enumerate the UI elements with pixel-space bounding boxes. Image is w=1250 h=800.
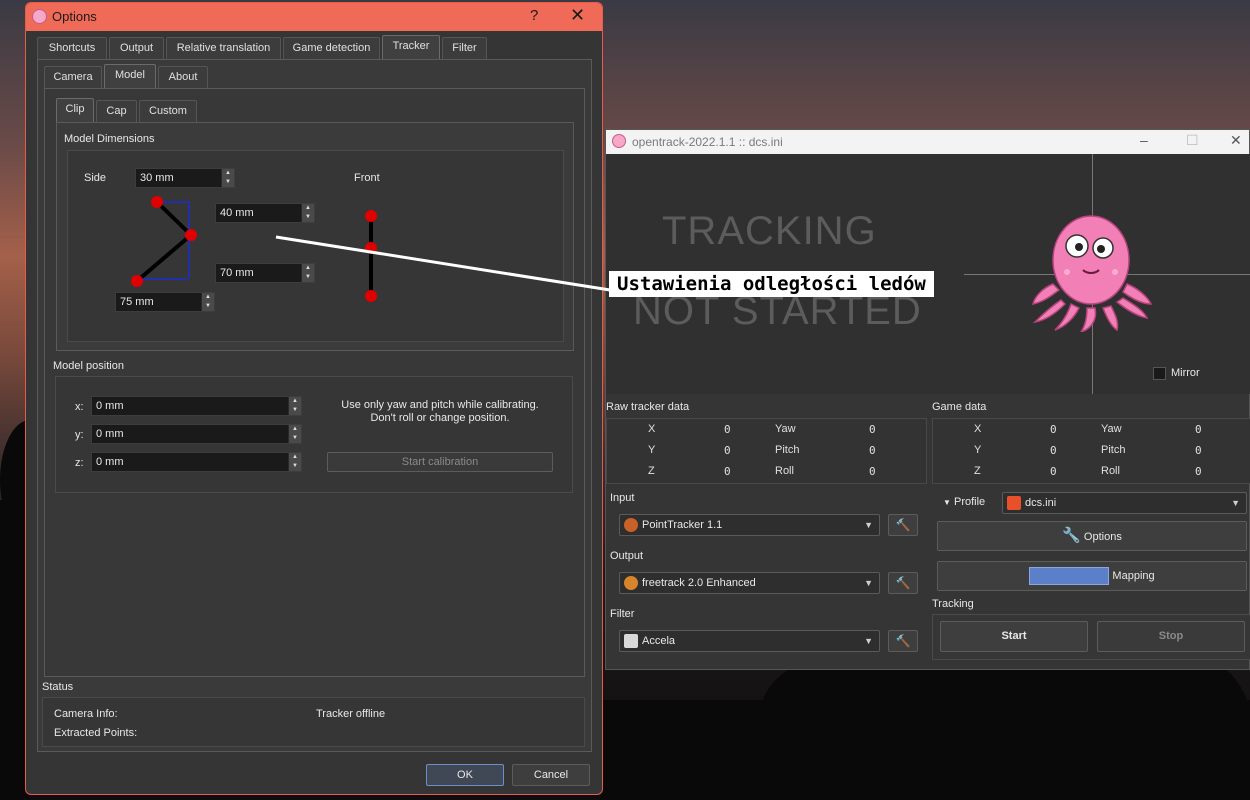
annotation-callout: Ustawienia odległości ledów	[609, 271, 934, 297]
annotation-line	[275, 235, 611, 292]
